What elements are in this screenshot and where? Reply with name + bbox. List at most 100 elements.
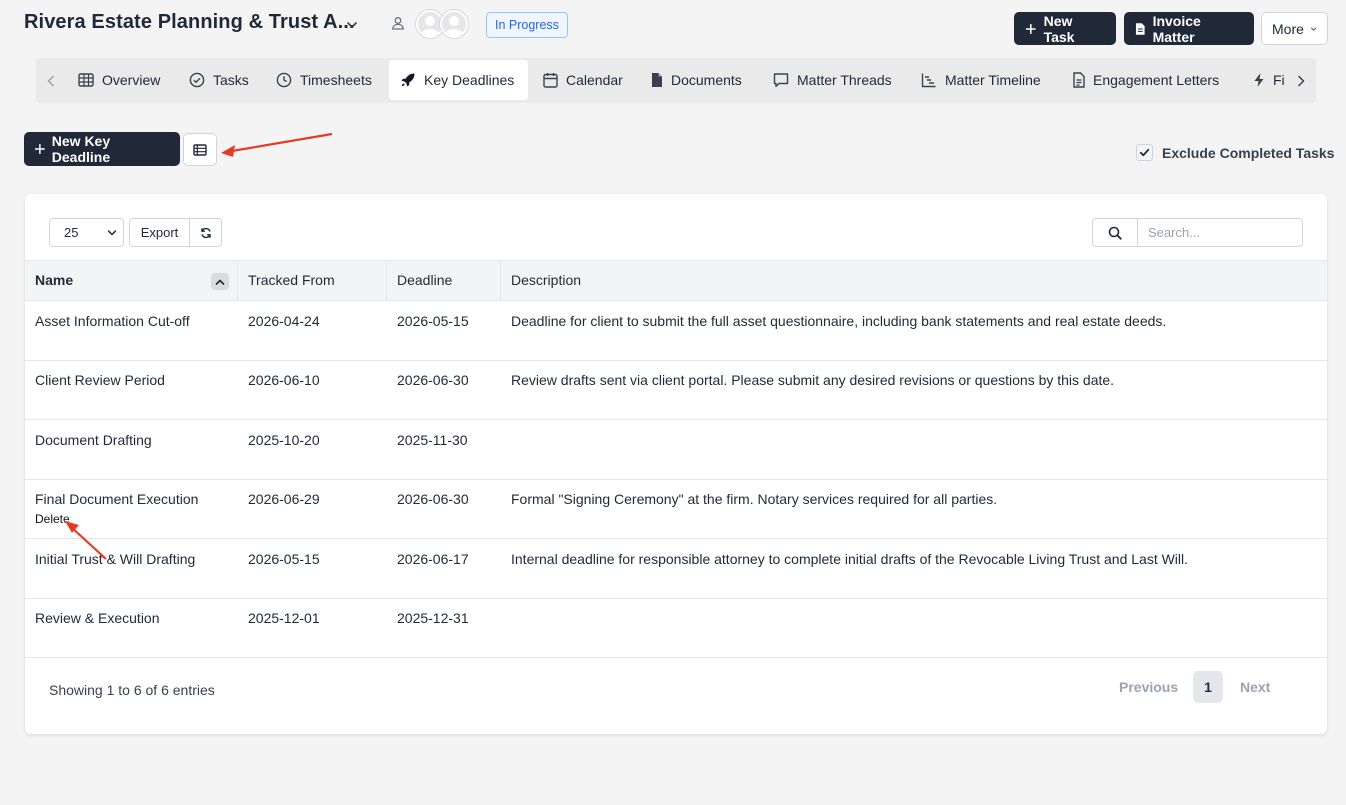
matter-title: Rivera Estate Planning & Trust A... (24, 11, 355, 33)
rocket-icon (401, 73, 415, 87)
tab-key-deadlines[interactable]: Key Deadlines (389, 60, 528, 100)
user-icon[interactable] (390, 15, 406, 31)
column-header-label: Description (511, 272, 582, 288)
sort-toggle[interactable] (211, 273, 229, 290)
tab-label: Engagement Letters (1093, 72, 1220, 88)
tab-label: Matter Threads (797, 72, 892, 88)
search-input[interactable] (1137, 218, 1303, 247)
more-dropdown-button[interactable]: More (1261, 12, 1328, 45)
invoice-matter-button[interactable]: Invoice Matter (1124, 12, 1254, 45)
refresh-button[interactable] (189, 218, 222, 247)
cell-name: Client Review Period (35, 372, 165, 388)
cell-name: Document Drafting (35, 432, 152, 448)
status-badge[interactable]: In Progress (486, 12, 568, 38)
chevron-down-icon[interactable] (344, 17, 360, 33)
tab-calendar[interactable]: Calendar (532, 60, 634, 100)
table-view-toggle-button[interactable] (183, 133, 217, 166)
tab-label: Key Deadlines (424, 72, 515, 88)
tab-tasks[interactable]: Tasks (178, 60, 260, 100)
refresh-icon (200, 227, 211, 238)
column-header-name[interactable]: Name (25, 261, 238, 300)
avatar[interactable] (440, 10, 468, 38)
tab-timesheets[interactable]: Timesheets (265, 60, 383, 100)
cell-deadline: 2026-06-30 (397, 491, 469, 507)
exclude-completed-toggle[interactable]: Exclude Completed Tasks (1136, 144, 1334, 161)
chevron-down-icon (107, 230, 117, 236)
delete-row-link[interactable]: Delete (35, 512, 70, 526)
table-row[interactable]: Final Document Execution Delete 2026-06-… (25, 479, 1327, 539)
tab-label: Matter Timeline (945, 72, 1041, 88)
cell-name: Final Document Execution (35, 491, 199, 507)
tab-label: Fi (1273, 72, 1285, 88)
cell-tracked-from: 2025-10-20 (248, 432, 320, 448)
plus-icon (1025, 23, 1036, 34)
bolt-icon (1254, 73, 1264, 87)
tab-matter-timeline[interactable]: Matter Timeline (910, 60, 1052, 100)
tabs-scroll-left-button[interactable] (36, 58, 66, 103)
cell-description: Formal "Signing Ceremony" at the firm. N… (511, 491, 998, 507)
chevron-up-icon (215, 279, 225, 285)
check-circle-icon (189, 72, 205, 88)
cell-tracked-from: 2025-12-01 (248, 610, 320, 626)
tab-label: Overview (102, 72, 161, 88)
message-icon (773, 73, 789, 87)
tabs-scroll-right-button[interactable] (1286, 58, 1316, 103)
column-header-label: Tracked From (248, 272, 335, 288)
export-button[interactable]: Export (129, 218, 190, 247)
cell-deadline: 2026-05-15 (397, 313, 469, 329)
table-row[interactable]: Asset Information Cut-off 2026-04-24 202… (25, 301, 1327, 361)
cell-tracked-from: 2026-06-29 (248, 491, 320, 507)
page-1-button[interactable]: 1 (1193, 671, 1223, 703)
search-icon (1108, 226, 1122, 240)
column-header-deadline[interactable]: Deadline (386, 261, 501, 300)
invoice-matter-label: Invoice Matter (1152, 12, 1201, 45)
table-row[interactable]: Document Drafting 2025-10-20 2025-11-30 (25, 420, 1327, 480)
matter-header: Rivera Estate Planning & Trust A... In P… (24, 0, 1328, 56)
new-task-label: New Task (1043, 12, 1075, 45)
table-row[interactable]: Review & Execution 2025-12-01 2025-12-31 (25, 598, 1327, 658)
search-button[interactable] (1092, 218, 1138, 247)
cell-deadline: 2025-11-30 (397, 432, 468, 448)
new-key-deadline-label: New Key Deadline (51, 133, 111, 165)
cell-tracked-from: 2026-04-24 (248, 313, 320, 329)
exclude-completed-label: Exclude Completed Tasks (1162, 144, 1335, 161)
table-list-icon (193, 143, 207, 156)
cell-description: Deadline for client to submit the full a… (511, 313, 1167, 329)
previous-page-button[interactable]: Previous (1119, 679, 1178, 695)
column-header-tracked-from[interactable]: Tracked From (237, 261, 387, 300)
column-header-description[interactable]: Description (500, 261, 1327, 300)
exclude-completed-checkbox[interactable] (1136, 144, 1153, 161)
tab-label: Documents (671, 72, 742, 88)
page-size-value: 25 (64, 225, 79, 240)
cell-description: Review drafts sent via client portal. Pl… (511, 372, 1115, 388)
entries-info: Showing 1 to 6 of 6 entries (49, 682, 215, 698)
tab-documents[interactable]: Documents (640, 60, 753, 100)
more-label: More (1272, 20, 1304, 37)
next-page-button[interactable]: Next (1240, 679, 1270, 695)
tab-overview[interactable]: Overview (67, 60, 171, 100)
file-icon (652, 73, 662, 87)
tab-engagement-letters[interactable]: Engagement Letters (1062, 60, 1230, 100)
file-invoice-icon (1135, 22, 1145, 35)
tab-matter-threads[interactable]: Matter Threads (762, 60, 903, 100)
cell-name: Asset Information Cut-off (35, 313, 190, 329)
plus-icon (34, 144, 45, 154)
column-header-label: Deadline (397, 272, 453, 288)
page-size-select[interactable]: 25 (49, 218, 124, 247)
chevron-down-icon (1310, 27, 1316, 31)
new-task-button[interactable]: New Task (1014, 12, 1116, 45)
file-text-icon (1073, 72, 1085, 88)
cell-deadline: 2026-06-17 (397, 551, 469, 567)
timeline-icon (921, 73, 936, 88)
column-header-label: Name (35, 272, 74, 288)
table-row[interactable]: Client Review Period 2026-06-10 2026-06-… (25, 360, 1327, 420)
table-row[interactable]: Initial Trust & Will Drafting 2026-05-15… (25, 539, 1327, 599)
matter-tabs: Overview Tasks Timesheets Key Deadlines … (36, 58, 1316, 103)
new-key-deadline-button[interactable]: New Key Deadline (24, 132, 180, 166)
cell-description: Internal deadline for responsible attorn… (511, 551, 1189, 567)
calendar-icon (543, 73, 558, 88)
cell-name: Review & Execution (35, 610, 160, 626)
arrow-to-view-toggle (221, 132, 333, 157)
tab-label: Calendar (566, 72, 623, 88)
table-icon (78, 73, 94, 87)
